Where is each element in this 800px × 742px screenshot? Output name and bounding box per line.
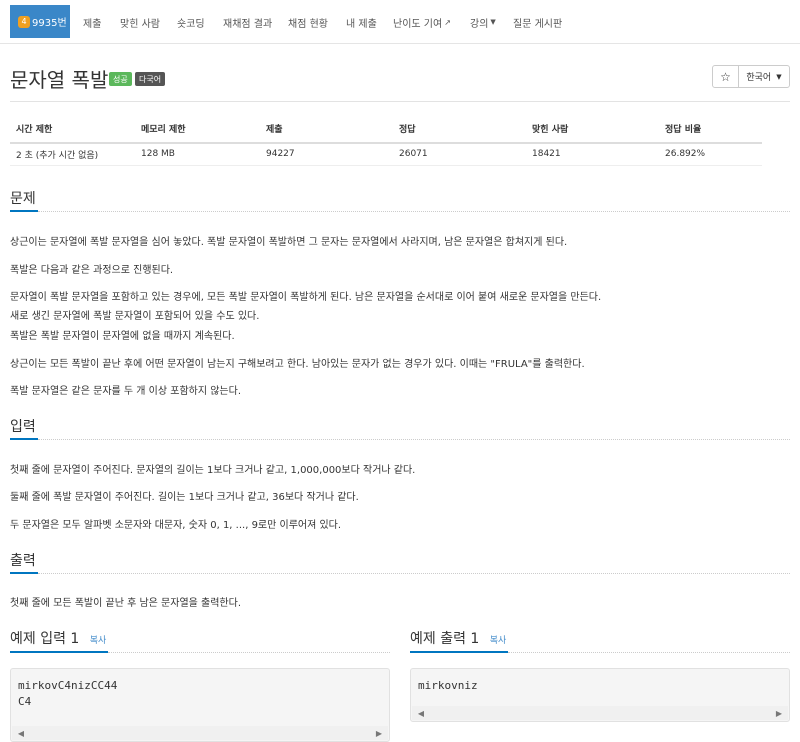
solved-users-value: 18421 bbox=[526, 143, 659, 166]
input-heading: 입력 bbox=[10, 419, 36, 435]
solved-status-label: 성공 bbox=[109, 72, 132, 86]
nav-problem-id-label: 9935번 bbox=[32, 18, 67, 29]
tier-badge-icon: 4 bbox=[18, 15, 30, 28]
description-paragraph: 폭발은 다음과 같은 과정으로 진행된다. bbox=[10, 265, 174, 276]
sample-input-text: mirkovC4nizCC44 C4 bbox=[11, 669, 389, 710]
sample-output-title: 예제 출력 1 bbox=[410, 631, 480, 647]
input-paragraph: 첫째 줄에 문자열이 주어진다. 문자열의 길이는 1보다 크거나 같고, 1,… bbox=[10, 465, 416, 476]
memory-limit-value: 128 MB bbox=[135, 143, 260, 166]
output-heading: 출력 bbox=[10, 553, 36, 569]
copy-sample-output-link[interactable]: 복사 bbox=[490, 636, 507, 646]
problem-title: 문자열 폭발 bbox=[10, 68, 109, 92]
title-divider bbox=[10, 101, 790, 102]
sample-input-line: C4 bbox=[18, 695, 32, 708]
horizontal-scrollbar[interactable]: ◀ ▶ bbox=[12, 726, 388, 740]
nav-solved-users[interactable]: 맞힌 사람 bbox=[120, 0, 160, 44]
heading-divider bbox=[508, 652, 790, 653]
caret-down-icon: ▼ bbox=[490, 18, 496, 26]
description-paragraph: 새로 생긴 문자열에 폭발 문자열이 포함되어 있을 수도 있다. bbox=[10, 311, 260, 322]
horizontal-scrollbar[interactable]: ◀ ▶ bbox=[412, 706, 788, 720]
external-link-icon: ↗ bbox=[444, 17, 451, 27]
description-paragraph: 상근이는 모든 폭발이 끝난 후에 어떤 문자열이 남는지 구해보려고 한다. … bbox=[10, 359, 585, 370]
header-accepted: 정답 bbox=[393, 115, 526, 144]
header-accept-ratio: 정답 비율 bbox=[659, 115, 762, 144]
heading-divider bbox=[38, 211, 790, 212]
header-memory-limit: 메모리 제한 bbox=[135, 115, 260, 144]
accepted-value: 26071 bbox=[393, 143, 526, 166]
header-time-limit: 시간 제한 bbox=[10, 115, 135, 144]
heading-divider bbox=[38, 439, 790, 440]
scroll-left-icon[interactable]: ◀ bbox=[414, 706, 428, 720]
output-paragraph: 첫째 줄에 모든 폭발이 끝난 후 남은 문자열을 출력한다. bbox=[10, 598, 242, 609]
heading-underline bbox=[10, 438, 38, 440]
header-solved-users: 맞힌 사람 bbox=[526, 115, 659, 144]
heading-divider bbox=[38, 573, 790, 574]
info-value-row: 2 초 (추가 시간 없음) 128 MB 94227 26071 18421 … bbox=[10, 143, 762, 166]
description-heading: 문제 bbox=[10, 191, 36, 207]
nav-submit[interactable]: 제출 bbox=[83, 0, 101, 44]
sample-output-text: mirkovniz bbox=[411, 669, 789, 694]
description-paragraph: 문자열이 폭발 문자열을 포함하고 있는 경우에, 모든 폭발 문자열이 폭발하… bbox=[10, 292, 602, 303]
header-submissions: 제출 bbox=[260, 115, 393, 144]
accept-ratio-value: 26.892% bbox=[659, 143, 762, 166]
nav-qna-board[interactable]: 질문 게시판 bbox=[513, 0, 562, 44]
problem-info-table: 시간 제한 메모리 제한 제출 정답 맞힌 사람 정답 비율 2 초 (추가 시… bbox=[10, 115, 762, 166]
heading-underline bbox=[10, 210, 38, 212]
problem-nav: 4 9935번 제출 맞힌 사람 숏코딩 재채점 결과 채점 현황 내 제출 난… bbox=[0, 0, 800, 44]
multilang-label: 다국어 bbox=[135, 72, 166, 86]
sample-input-box[interactable]: mirkovC4nizCC44 C4 ◀ ▶ bbox=[10, 668, 390, 742]
time-limit-value: 2 초 (추가 시간 없음) bbox=[10, 143, 135, 166]
sample-input-title: 예제 입력 1 bbox=[10, 631, 80, 647]
nav-problem-id[interactable]: 4 9935번 bbox=[10, 5, 70, 38]
sample-output-heading: 예제 출력 1 복사 bbox=[410, 628, 506, 648]
heading-divider bbox=[108, 652, 390, 653]
scroll-right-icon[interactable]: ▶ bbox=[372, 726, 386, 740]
description-paragraph: 상근이는 문자열에 폭발 문자열을 심어 놓았다. 폭발 문자열이 폭발하면 그… bbox=[10, 237, 568, 248]
caret-down-icon: ▼ bbox=[776, 72, 782, 81]
language-select[interactable]: 한국어 ▼ bbox=[738, 65, 790, 88]
language-select-label: 한국어 bbox=[746, 73, 772, 83]
sample-input-line: mirkovC4nizCC44 bbox=[18, 679, 118, 692]
sample-input-heading: 예제 입력 1 복사 bbox=[10, 628, 106, 648]
nav-short-coding[interactable]: 숏코딩 bbox=[177, 0, 205, 44]
input-paragraph: 둘째 줄에 폭발 문자열이 주어진다. 길이는 1보다 크거나 같고, 36보다… bbox=[10, 492, 359, 503]
input-paragraph: 두 문자열은 모두 알파벳 소문자와 대문자, 숫자 0, 1, ..., 9로… bbox=[10, 520, 342, 531]
description-paragraph: 폭발 문자열은 같은 문자를 두 개 이상 포함하지 않는다. bbox=[10, 386, 242, 397]
nav-rejudge-result[interactable]: 재채점 결과 bbox=[223, 0, 272, 44]
nav-lectures-dropdown[interactable]: 강의 ▼ bbox=[470, 0, 496, 44]
copy-sample-input-link[interactable]: 복사 bbox=[90, 636, 107, 646]
heading-underline bbox=[10, 572, 38, 574]
info-header-row: 시간 제한 메모리 제한 제출 정답 맞힌 사람 정답 비율 bbox=[10, 115, 762, 144]
nav-my-submissions[interactable]: 내 제출 bbox=[346, 0, 377, 44]
favorite-star-button[interactable]: ☆ bbox=[712, 65, 739, 88]
description-paragraph: 폭발은 폭발 문자열이 문자열에 없을 때까지 계속된다. bbox=[10, 331, 235, 342]
nav-judge-status[interactable]: 채점 현황 bbox=[288, 0, 328, 44]
star-icon: ☆ bbox=[720, 69, 731, 84]
sample-output-box[interactable]: mirkovniz ◀ ▶ bbox=[410, 668, 790, 722]
heading-underline bbox=[10, 651, 108, 653]
nav-difficulty-label: 난이도 기여 bbox=[393, 18, 443, 30]
nav-lectures-label: 강의 bbox=[470, 18, 489, 30]
nav-difficulty-contrib[interactable]: 난이도 기여 ↗ bbox=[393, 0, 451, 44]
submissions-value: 94227 bbox=[260, 143, 393, 166]
heading-underline bbox=[410, 651, 508, 653]
sample-output-line: mirkovniz bbox=[418, 679, 478, 692]
scroll-right-icon[interactable]: ▶ bbox=[772, 706, 786, 720]
scroll-left-icon[interactable]: ◀ bbox=[14, 726, 28, 740]
